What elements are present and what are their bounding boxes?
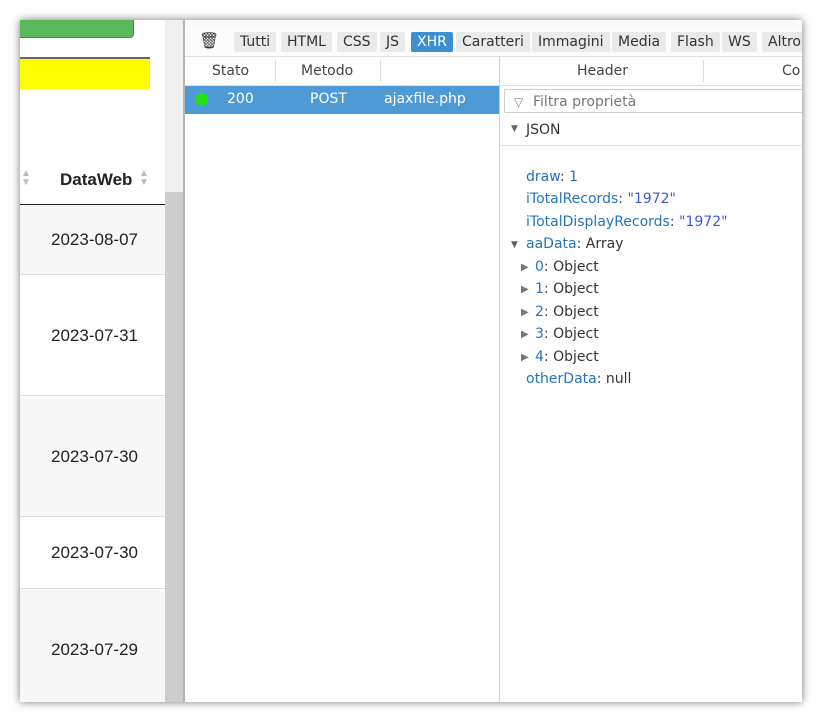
json-itotaldisplayrecords[interactable]: iTotalDisplayRecords: "1972" (526, 214, 728, 230)
json-key: aaData (526, 236, 577, 252)
json-type: Object (553, 259, 599, 275)
sort-arrows-icon[interactable]: ▲ ▼ (139, 169, 149, 188)
request-list: Stato Metodo 200 POST ajaxfile.php (185, 57, 500, 702)
date-cell: 2023-07-30 (51, 543, 138, 562)
column-title: DataWeb (60, 170, 133, 189)
json-type: Object (553, 304, 599, 320)
detail-tabs: Header Co (500, 57, 802, 86)
column-metodo[interactable]: Metodo (301, 63, 353, 79)
web-page: ▲ ▼ DataWeb ▲ ▼ 2023-08-07 2023-07-31 2023… (20, 20, 165, 702)
json-key: 3 (535, 326, 544, 342)
filter-properties-input[interactable]: ▽ Filtra proprietà (504, 89, 802, 113)
yellow-highlight-bar (20, 57, 150, 89)
filter-immagini[interactable]: Immagini (532, 32, 610, 52)
table-row: 2023-07-29 (20, 590, 165, 702)
json-type: Object (553, 326, 599, 342)
screenshot-frame: ▲ ▼ DataWeb ▲ ▼ 2023-08-07 2023-07-31 2023… (20, 20, 802, 702)
json-array-item[interactable]: 3: Object (535, 326, 599, 342)
json-array-item[interactable]: 2: Object (535, 304, 599, 320)
sort-arrows-icon[interactable]: ▲ ▼ (21, 169, 31, 188)
scrollbar-thumb[interactable] (165, 192, 183, 702)
json-otherdata[interactable]: otherData: null (526, 371, 631, 387)
request-status: 200 (227, 91, 254, 107)
json-aadata[interactable]: aaData: Array (526, 236, 623, 252)
json-key: iTotalRecords (526, 191, 619, 207)
trash-icon[interactable]: 🗑 (199, 31, 219, 50)
json-label: JSON (526, 122, 561, 138)
json-key: draw (526, 169, 560, 185)
expand-right-icon[interactable]: ▶ (521, 262, 529, 273)
filter-css[interactable]: CSS (337, 32, 377, 52)
tab-separator (703, 60, 704, 82)
table-row: 2023-07-30 (20, 397, 165, 517)
expand-right-icon[interactable]: ▶ (521, 329, 529, 340)
green-action-button[interactable] (20, 20, 134, 38)
json-array-item[interactable]: 4: Object (535, 349, 599, 365)
json-value: null (605, 371, 632, 387)
table-header-dataweb[interactable]: ▲ ▼ DataWeb ▲ ▼ (20, 160, 165, 205)
date-cell: 2023-07-29 (51, 639, 138, 659)
network-toolbar: 🗑 Tutti HTML CSS JS XHR Caratteri Immagi… (185, 28, 802, 57)
expand-right-icon[interactable]: ▶ (521, 284, 529, 295)
json-value: "1972" (627, 191, 676, 207)
date-cell: 2023-08-07 (51, 229, 138, 249)
json-draw[interactable]: draw: 1 (526, 169, 578, 185)
json-key: iTotalDisplayRecords (526, 214, 670, 230)
json-section-header[interactable]: ▼ JSON (500, 117, 802, 146)
column-separator[interactable] (275, 60, 276, 82)
devtools-network-panel: 🗑 Tutti HTML CSS JS XHR Caratteri Immagi… (185, 20, 802, 702)
date-cell: 2023-07-31 (51, 325, 138, 345)
filter-placeholder: Filtra proprietà (533, 94, 637, 110)
request-file: ajaxfile.php (384, 91, 466, 107)
json-value: "1972" (679, 214, 728, 230)
filter-html[interactable]: HTML (281, 32, 332, 52)
json-key: 0 (535, 259, 544, 275)
request-method: POST (310, 91, 347, 107)
json-key: 4 (535, 349, 544, 365)
json-key: otherData (526, 371, 597, 387)
filter-altro[interactable]: Altro (762, 32, 802, 52)
json-type: Object (553, 281, 599, 297)
filter-caratteri[interactable]: Caratteri (456, 32, 530, 52)
table-row: 2023-07-30 (20, 518, 165, 589)
json-type: Object (553, 349, 599, 365)
request-list-header: Stato Metodo (185, 57, 499, 86)
filter-flash[interactable]: Flash (671, 32, 720, 52)
page-scrollbar[interactable] (165, 20, 183, 702)
date-cell: 2023-07-30 (51, 446, 138, 466)
filter-ws[interactable]: WS (722, 32, 757, 52)
expand-right-icon[interactable]: ▶ (521, 352, 529, 363)
filter-media[interactable]: Media (612, 32, 667, 52)
filter-xhr[interactable]: XHR (411, 32, 453, 52)
json-key: 1 (535, 281, 544, 297)
status-ok-icon (195, 93, 208, 106)
json-itotalrecords[interactable]: iTotalRecords: "1972" (526, 191, 676, 207)
filter-js[interactable]: JS (380, 32, 406, 52)
json-value: 1 (569, 169, 578, 185)
expand-down-icon[interactable]: ▼ (511, 240, 518, 250)
json-type: Array (585, 236, 624, 252)
column-stato[interactable]: Stato (212, 63, 249, 79)
request-row[interactable]: 200 POST ajaxfile.php (185, 86, 499, 114)
json-key: 2 (535, 304, 544, 320)
filter-tutti[interactable]: Tutti (234, 32, 277, 52)
expand-down-icon[interactable]: ▼ (511, 124, 518, 134)
funnel-icon: ▽ (514, 95, 524, 109)
json-array-item[interactable]: 1: Object (535, 281, 599, 297)
response-detail-pane: Header Co ▽ Filtra proprietà ▼ JSON draw… (500, 57, 802, 702)
table-row: 2023-07-31 (20, 276, 165, 396)
column-separator[interactable] (380, 60, 381, 82)
expand-right-icon[interactable]: ▶ (521, 307, 529, 318)
table-row: 2023-08-07 (20, 205, 165, 275)
tab-cookie[interactable]: Co (782, 63, 800, 79)
tab-header[interactable]: Header (577, 63, 628, 79)
json-array-item[interactable]: 0: Object (535, 259, 599, 275)
